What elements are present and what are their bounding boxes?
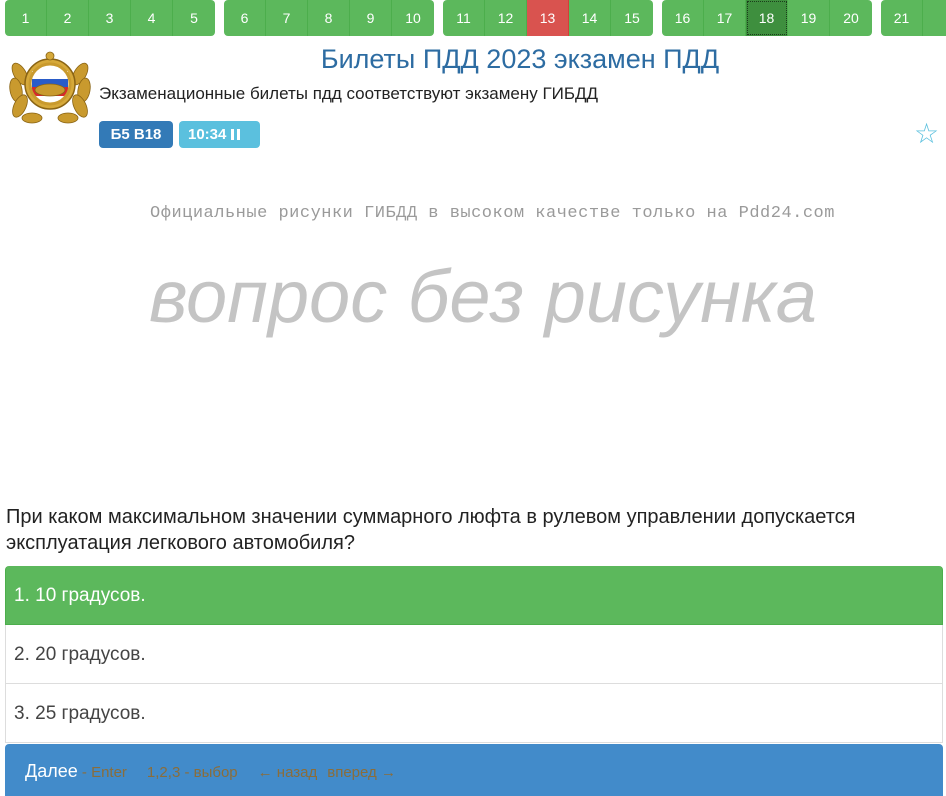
page-subtitle: Экзаменационные билеты пдд соответствуют… xyxy=(99,84,599,103)
question-nav-group: 11 12 13 14 15 xyxy=(443,0,653,36)
question-button-current[interactable]: 18 xyxy=(746,0,788,36)
timer-value: 10:34 xyxy=(188,126,227,143)
question-text: При каком максимальном значении суммарно… xyxy=(6,506,856,554)
question-button[interactable]: 10 xyxy=(392,0,434,36)
question-button[interactable]: 19 xyxy=(788,0,830,36)
question-nav-group: 1 2 3 4 5 xyxy=(5,0,215,36)
question-button[interactable]: 1 xyxy=(5,0,47,36)
question-button[interactable]: 6 xyxy=(224,0,266,36)
answer-list: 1. 10 градусов. 2. 20 градусов. 3. 25 гр… xyxy=(5,566,943,743)
no-image-placeholder: вопрос без рисунка xyxy=(149,255,817,338)
answer-option[interactable]: 2. 20 градусов. xyxy=(5,625,943,684)
question-button[interactable]: 17 xyxy=(704,0,746,36)
forward-link[interactable]: вперед → xyxy=(327,764,396,781)
question-nav-group: 21 xyxy=(881,0,946,36)
question-button[interactable]: 11 xyxy=(443,0,485,36)
answer-option[interactable]: 3. 25 градусов. xyxy=(5,684,943,743)
question-button[interactable]: 15 xyxy=(611,0,653,36)
question-nav-group: 6 7 8 9 10 xyxy=(224,0,434,36)
question-button[interactable]: 20 xyxy=(830,0,872,36)
star-icon[interactable]: ☆ xyxy=(914,117,939,150)
answer-option-correct[interactable]: 1. 10 градусов. xyxy=(5,566,943,625)
question-button[interactable]: 21 xyxy=(881,0,923,36)
question-nav: 1 2 3 4 5 6 7 8 9 10 11 12 13 14 15 16 1… xyxy=(0,0,946,37)
question-button[interactable]: 16 xyxy=(662,0,704,36)
question-button[interactable]: 12 xyxy=(485,0,527,36)
page-title: Билеты ПДД 2023 экзамен ПДД xyxy=(320,44,720,74)
next-hint: - Enter xyxy=(77,764,127,781)
question-button[interactable]: 2 xyxy=(47,0,89,36)
question-button[interactable]: 14 xyxy=(569,0,611,36)
next-button[interactable]: Далее xyxy=(25,761,78,781)
question-button[interactable]: 3 xyxy=(89,0,131,36)
ticket-badge: Б5 В18 xyxy=(99,121,173,148)
question-button[interactable]: 9 xyxy=(350,0,392,36)
next-bar[interactable]: Далее - Enter 1,2,3 - выбор ← назад вперед … xyxy=(5,744,943,796)
picture-watermark: Официальные рисунки ГИБДД в высоком каче… xyxy=(150,204,835,223)
choose-hint: 1,2,3 - выбор xyxy=(146,764,238,781)
question-button[interactable]: 7 xyxy=(266,0,308,36)
page: 1 2 3 4 5 6 7 8 9 10 11 12 13 14 15 16 1… xyxy=(0,0,946,796)
question-button[interactable]: 4 xyxy=(131,0,173,36)
back-link[interactable]: ← назад xyxy=(258,764,318,781)
question-button[interactable]: 5 xyxy=(173,0,215,36)
question-button[interactable]: 8 xyxy=(308,0,350,36)
timer-button[interactable]: 10:34 xyxy=(179,121,260,148)
question-button-wrong[interactable]: 13 xyxy=(527,0,569,36)
question-button[interactable] xyxy=(923,0,946,36)
question-nav-group: 16 17 18 19 20 xyxy=(662,0,872,36)
pause-icon xyxy=(231,129,241,140)
